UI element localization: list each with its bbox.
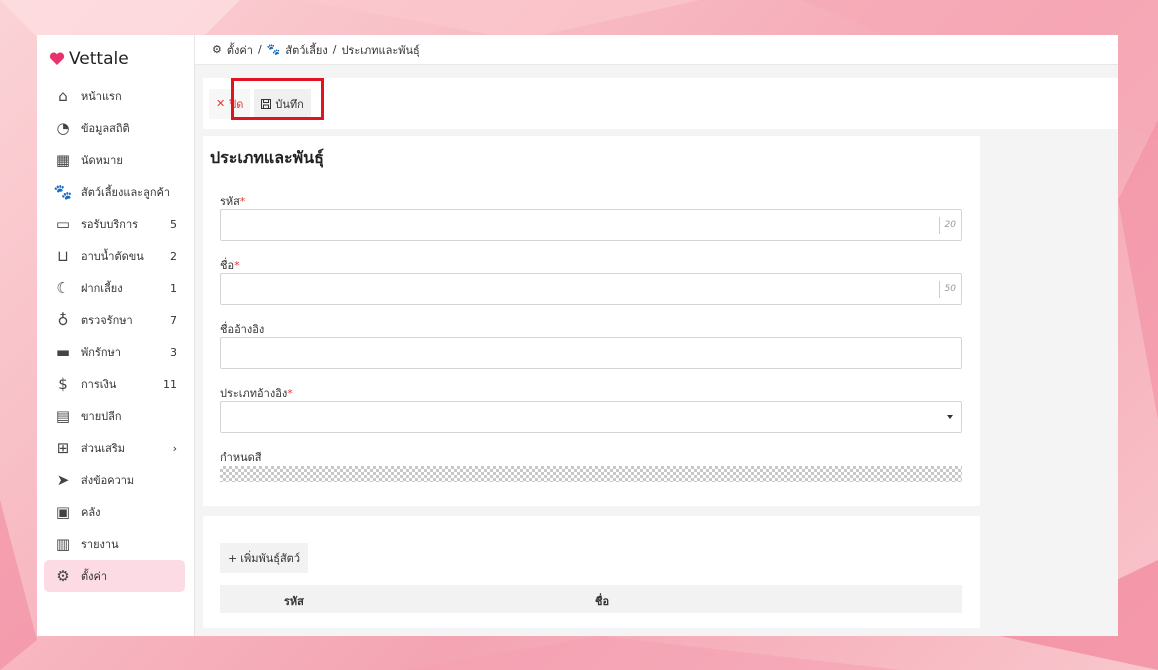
breeds-table-header: รหัส ชื่อ (220, 585, 962, 613)
breadcrumb-separator: / (332, 43, 337, 56)
sidebar-item-label: พักรักษา (81, 346, 121, 359)
close-icon: ✕ (216, 97, 226, 110)
paw-icon: 🐾 (53, 183, 73, 201)
gear-icon: ⚙ (212, 43, 222, 56)
sidebar-item-count: 2 (170, 249, 177, 263)
dashboard-icon: ◔ (56, 119, 70, 137)
stethoscope-icon: ♁ (57, 311, 69, 329)
sidebar-item-12[interactable]: ➤ ส่งข้อความ (44, 464, 185, 496)
code-input[interactable]: 20 (220, 209, 962, 241)
sidebar-item-5[interactable]: ⊔ อาบน้ำตัดขน 2 (44, 240, 185, 272)
column-header-code[interactable]: รหัส (284, 592, 304, 610)
name-label: ชื่อ* (220, 259, 240, 272)
sidebar-item-9[interactable]: $ การเงิน 11 (44, 368, 185, 400)
sidebar-item-2[interactable]: ▦ นัดหมาย (44, 144, 185, 176)
chevron-down-icon (947, 415, 953, 419)
sidebar-item-0[interactable]: ⌂ หน้าแรก (44, 80, 185, 112)
sidebar-item-10[interactable]: ▤ ขายปลีก (44, 400, 185, 432)
breeds-card: + เพิ่มพันธุ์สัตว์ รหัส ชื่อ (203, 516, 980, 628)
sidebar-item-label: การเงิน (81, 378, 117, 391)
sidebar-item-1[interactable]: ◔ ข้อมูลสถิติ (44, 112, 185, 144)
breadcrumb: ⚙ ตั้งค่า / 🐾 สัตว์เลี้ยง / ประเภทและพัน… (195, 35, 1118, 65)
ref-type-select[interactable] (220, 401, 962, 433)
ref-name-input[interactable] (220, 337, 962, 369)
bed-icon: ▬ (55, 343, 71, 361)
sofa-icon: ▭ (55, 215, 71, 233)
type-breed-form-card: ประเภทและพันธุ์ รหัส* 20 ชื่อ* 50 ชื่ออ้… (203, 136, 980, 506)
chevron-right-icon: › (172, 441, 177, 455)
sidebar-item-13[interactable]: ▣ คลัง (44, 496, 185, 528)
plus-square-icon: ⊞ (56, 439, 70, 457)
sidebar-item-label: ตรวจรักษา (81, 314, 133, 327)
bar-chart-icon: ▥ (55, 535, 71, 553)
column-header-name[interactable]: ชื่อ (595, 592, 609, 610)
floppy-disk-icon (261, 98, 272, 109)
sidebar-item-label: รายงาน (81, 538, 119, 551)
sidebar-item-count: 11 (163, 377, 177, 391)
sidebar-item-count: 1 (170, 281, 177, 295)
color-picker[interactable] (220, 466, 962, 482)
sidebar-item-14[interactable]: ▥ รายงาน (44, 528, 185, 560)
sidebar-item-label: ข้อมูลสถิติ (81, 122, 130, 135)
add-breed-button[interactable]: + เพิ่มพันธุ์สัตว์ (220, 543, 308, 573)
home-icon: ⌂ (58, 87, 68, 105)
sidebar-item-3[interactable]: 🐾 สัตว์เลี้ยงและลูกค้า (44, 176, 185, 208)
paw-icon: 🐾 (266, 43, 281, 56)
main-content: ⚙ ตั้งค่า / 🐾 สัตว์เลี้ยง / ประเภทและพัน… (195, 35, 1118, 636)
sidebar-item-label: รอรับบริการ (81, 218, 139, 231)
moon-icon: ☾ (56, 279, 70, 297)
sidebar-nav: ⌂ หน้าแรก ◔ ข้อมูลสถิติ ▦ นัดหมาย 🐾 สัตว์เลี้ยง… (44, 80, 185, 592)
sidebar-item-label: ขายปลีก (81, 410, 122, 423)
close-button[interactable]: ✕ ปิด (209, 88, 251, 119)
send-icon: ➤ (56, 471, 70, 489)
sidebar-item-8[interactable]: ▬ พักรักษา 3 (44, 336, 185, 368)
sidebar-item-label: หน้าแรก (81, 90, 122, 103)
code-max-length: 20 (938, 217, 961, 234)
close-button-label: ปิด (229, 97, 244, 111)
name-input[interactable]: 50 (220, 273, 962, 305)
page-title: ประเภทและพันธุ์ (210, 148, 324, 167)
sidebar-item-count: 5 (170, 217, 177, 231)
archive-icon: ▣ (55, 503, 71, 521)
cash-register-icon: ▤ (55, 407, 71, 425)
app-name: Vettale (69, 49, 129, 69)
sidebar-item-label: ส่วนเสริม (81, 442, 126, 455)
toolbar: ✕ ปิด บันทึก (203, 78, 1118, 129)
sidebar-item-6[interactable]: ☾ ฝากเลี้ยง 1 (44, 272, 185, 304)
sidebar-item-label: ส่งข้อความ (81, 474, 135, 487)
sidebar-item-4[interactable]: ▭ รอรับบริการ 5 (44, 208, 185, 240)
ref-name-label: ชื่ออ้างอิง (220, 323, 265, 336)
sidebar-item-label: ฝากเลี้ยง (81, 282, 123, 295)
money-hand-icon: $ (58, 375, 68, 393)
breadcrumb-item-settings[interactable]: ตั้งค่า (227, 41, 253, 59)
bathtub-icon: ⊔ (57, 247, 69, 265)
sidebar-item-count: 3 (170, 345, 177, 359)
calendar-icon: ▦ (55, 151, 71, 169)
sidebar-item-count: 7 (170, 313, 177, 327)
sidebar-item-label: สัตว์เลี้ยงและลูกค้า (81, 186, 171, 199)
plus-icon: + (228, 551, 238, 565)
sidebar-item-7[interactable]: ♁ ตรวจรักษา 7 (44, 304, 185, 336)
app-window: Vettale ⌂ หน้าแรก ◔ ข้อมูลสถิติ ▦ นัดหมาย 🐾 สัต… (37, 35, 1118, 636)
heart-logo-icon (49, 52, 65, 65)
save-button-label: บันทึก (275, 97, 304, 111)
breadcrumb-item-current: ประเภทและพันธุ์ (341, 43, 420, 57)
save-button[interactable]: บันทึก (254, 88, 311, 119)
breadcrumb-item-pets[interactable]: สัตว์เลี้ยง (285, 41, 327, 59)
breadcrumb-separator: / (257, 43, 262, 56)
add-breed-label: เพิ่มพันธุ์สัตว์ (240, 552, 300, 565)
code-label: รหัส* (220, 195, 246, 208)
sidebar-item-11[interactable]: ⊞ ส่วนเสริม › (44, 432, 185, 464)
ref-type-label: ประเภทอ้างอิง* (220, 387, 293, 400)
name-max-length: 50 (938, 281, 961, 298)
gear-icon: ⚙ (56, 567, 70, 585)
logo[interactable]: Vettale (49, 49, 129, 69)
sidebar-item-label: อาบน้ำตัดขน (81, 250, 144, 263)
sidebar-item-label: นัดหมาย (81, 154, 123, 167)
sidebar: Vettale ⌂ หน้าแรก ◔ ข้อมูลสถิติ ▦ นัดหมาย 🐾 สัต… (37, 35, 195, 636)
sidebar-item-15[interactable]: ⚙ ตั้งค่า (44, 560, 185, 592)
sidebar-item-label: คลัง (81, 506, 101, 519)
sidebar-item-label: ตั้งค่า (81, 570, 108, 583)
color-label: กำหนดสี (220, 451, 262, 464)
